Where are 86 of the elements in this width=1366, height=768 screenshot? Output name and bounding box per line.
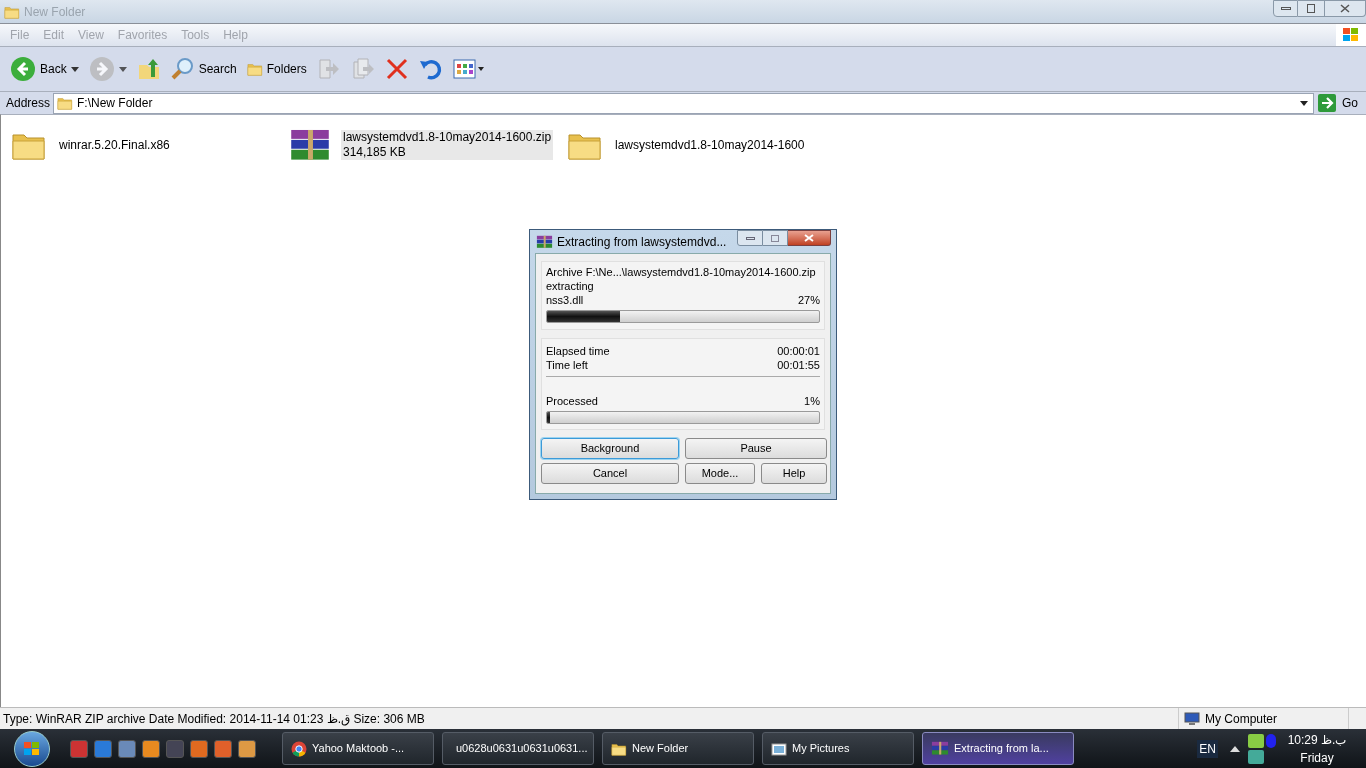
dialog-button[interactable]: Background <box>541 438 679 459</box>
views-button[interactable] <box>452 58 485 80</box>
dialog-button[interactable]: Help <box>761 463 827 484</box>
quick-launch-icon[interactable] <box>118 739 136 758</box>
dialog-button[interactable]: Mode... <box>685 463 755 484</box>
taskbar-button[interactable]: u0628u0631u0631u0631... <box>442 732 594 765</box>
close-button[interactable] <box>788 230 831 246</box>
folder-icon <box>57 95 74 111</box>
tray-expand-icon[interactable] <box>1230 745 1240 752</box>
quick-launch-icon[interactable] <box>94 739 112 758</box>
minimize-icon <box>1280 7 1291 10</box>
dialog-title: Extracting from lawsystemdvd... <box>557 233 727 251</box>
taskbar-button[interactable]: My Pictures <box>762 732 914 765</box>
computer-icon <box>1184 711 1200 726</box>
quick-launch-icon[interactable] <box>190 739 208 758</box>
go-button[interactable]: Go <box>1314 94 1366 112</box>
go-arrow-icon <box>1318 94 1336 112</box>
search-button[interactable]: Search <box>170 57 237 81</box>
maximize-icon <box>771 234 779 242</box>
copy-to-icon <box>350 57 375 81</box>
views-grid-icon <box>452 58 485 80</box>
restore-icon <box>1307 4 1315 13</box>
close-button[interactable] <box>1325 0 1366 17</box>
windows-logo-icon <box>1342 27 1360 43</box>
quick-launch-icon[interactable] <box>70 739 88 758</box>
clock-time[interactable]: 10:29 ب.ظ <box>1287 730 1347 749</box>
file-percent: 27% <box>797 293 820 307</box>
address-field[interactable]: F:\New Folder <box>53 92 1314 114</box>
current-file: nss3.dll <box>546 293 584 307</box>
archive-books-icon <box>536 234 553 249</box>
action-text: extracting <box>546 279 595 293</box>
zone-text: My Computer <box>1205 710 1278 728</box>
chrome-logo-icon <box>291 740 307 757</box>
archive-books-icon <box>289 128 331 162</box>
archive-path: Archive F:\Ne...\lawsystemdvd1.8-10may2014-1600.zip <box>546 265 817 279</box>
search-icon <box>170 57 195 81</box>
status-text: Type: WinRAR ZIP archive Date Modified: 2014-11-14 01:23 ق.ظ Size: 306 MB <box>2 710 426 728</box>
quick-launch-icon[interactable] <box>238 739 256 758</box>
delete-icon <box>384 57 409 81</box>
quick-launch-icon[interactable] <box>142 739 160 758</box>
start-button[interactable] <box>14 730 50 767</box>
close-icon <box>804 234 814 242</box>
folder-up-icon <box>136 57 161 81</box>
minimize-button[interactable] <box>737 230 763 246</box>
minimize-icon <box>745 236 755 240</box>
caret-icon <box>70 66 79 72</box>
time-value: 00:00:01 <box>777 344 820 358</box>
restore-button[interactable] <box>1298 0 1325 17</box>
dropdown-caret-icon <box>1300 100 1308 106</box>
dialog-button[interactable]: Pause <box>685 438 827 459</box>
file-name: winrar.5.20.Final.x86 <box>59 137 170 153</box>
back-button[interactable]: Back <box>10 56 79 82</box>
processed-label: Processed <box>546 394 598 408</box>
undo-icon <box>418 57 443 81</box>
window-title: New Folder <box>24 3 86 21</box>
address-label: Address <box>6 95 51 112</box>
close-icon <box>1340 4 1350 13</box>
undo-button[interactable] <box>418 57 443 81</box>
language-indicator[interactable]: EN <box>1197 739 1218 758</box>
windows-logo-icon <box>23 740 41 757</box>
folder-item[interactable]: lawsystemdvd1.8-10may2014-1600 <box>567 125 845 165</box>
folder-item[interactable]: winrar.5.20.Final.x86 <box>11 125 289 165</box>
picture-icon <box>771 740 787 757</box>
maximize-button[interactable] <box>763 230 788 246</box>
taskbar-button[interactable]: Extracting from la... <box>922 732 1074 765</box>
time-label: Time left <box>546 358 588 372</box>
dialog-button[interactable]: Cancel <box>541 463 679 484</box>
up-button[interactable] <box>136 57 161 81</box>
caret-icon <box>118 66 127 72</box>
clock-day[interactable]: Friday <box>1300 748 1334 767</box>
file-name: lawsystemdvd1.8-10may2014-1600 <box>615 137 805 153</box>
archive-books-icon <box>931 741 949 756</box>
time-value: 00:01:55 <box>777 358 820 372</box>
folder-icon <box>246 61 263 77</box>
taskbar-button[interactable]: Yahoo Maktoob -... <box>282 732 434 765</box>
time-label: Elapsed time <box>546 344 610 358</box>
taskbar-button[interactable]: New Folder <box>602 732 754 765</box>
move-to-icon <box>316 57 341 81</box>
quick-launch-icon[interactable] <box>214 739 232 758</box>
processed-percent: 1% <box>804 394 820 408</box>
delete-button[interactable] <box>384 57 409 81</box>
minimize-button[interactable] <box>1273 0 1298 17</box>
folders-button[interactable]: Folders <box>246 60 307 78</box>
address-value: F:\New Folder <box>77 95 153 112</box>
file-name: lawsystemdvd1.8-10may2014-1600.zip <box>343 130 552 145</box>
file-size: 314,185 KB <box>343 145 407 160</box>
